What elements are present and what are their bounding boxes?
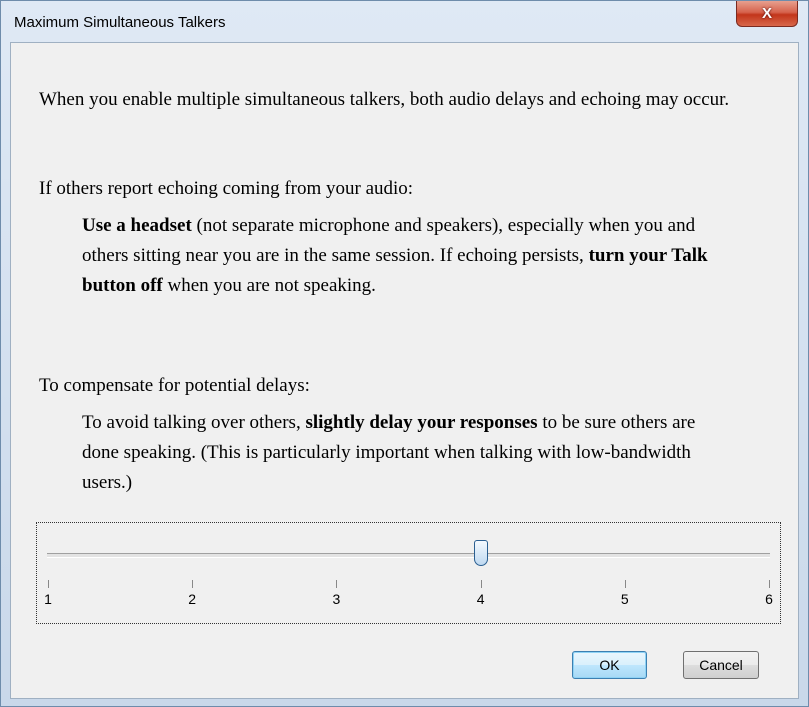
slider-tick-label: 6: [765, 591, 773, 607]
slider-tick-label: 3: [332, 591, 341, 607]
delay-heading: To compensate for potential delays:: [39, 375, 310, 396]
talkers-slider[interactable]: 1 2 3 4 5 6: [36, 522, 781, 624]
slider-tick: [336, 580, 338, 588]
window-title: Maximum Simultaneous Talkers: [14, 14, 226, 31]
dialog-window: Maximum Simultaneous Talkers X When you …: [0, 0, 809, 707]
slider-tick-label: 5: [620, 591, 629, 607]
dialog-client-area: When you enable multiple simultaneous ta…: [10, 42, 799, 699]
title-bar[interactable]: Maximum Simultaneous Talkers X: [1, 1, 808, 43]
cancel-button[interactable]: Cancel: [683, 651, 759, 679]
slider-tick: [624, 580, 626, 588]
ok-button[interactable]: OK: [572, 651, 647, 679]
echo-advice: Use a headset (not separate microphone a…: [82, 211, 722, 301]
intro-paragraph: When you enable multiple simultaneous ta…: [39, 89, 730, 110]
slider-tick-label: 4: [476, 591, 485, 607]
delay-emphasis: slightly delay your responses: [305, 412, 538, 433]
slider-track[interactable]: [47, 553, 770, 558]
slider-tick-label: 1: [44, 591, 52, 607]
slider-thumb[interactable]: [473, 540, 488, 566]
close-button[interactable]: X: [736, 1, 798, 27]
slider-tick: [192, 580, 194, 588]
delay-advice-text-1: To avoid talking over others,: [82, 412, 306, 433]
delay-advice: To avoid talking over others, slightly d…: [82, 408, 722, 498]
headset-emphasis: Use a headset: [82, 215, 192, 236]
close-icon: X: [761, 5, 772, 22]
echo-advice-text-2: when you are not speaking.: [162, 275, 376, 296]
echo-heading: If others report echoing coming from you…: [39, 178, 414, 199]
slider-tick: [769, 580, 770, 588]
slider-tick-label: 2: [188, 591, 197, 607]
slider-tick: [480, 580, 482, 588]
slider-tick: [48, 580, 49, 588]
